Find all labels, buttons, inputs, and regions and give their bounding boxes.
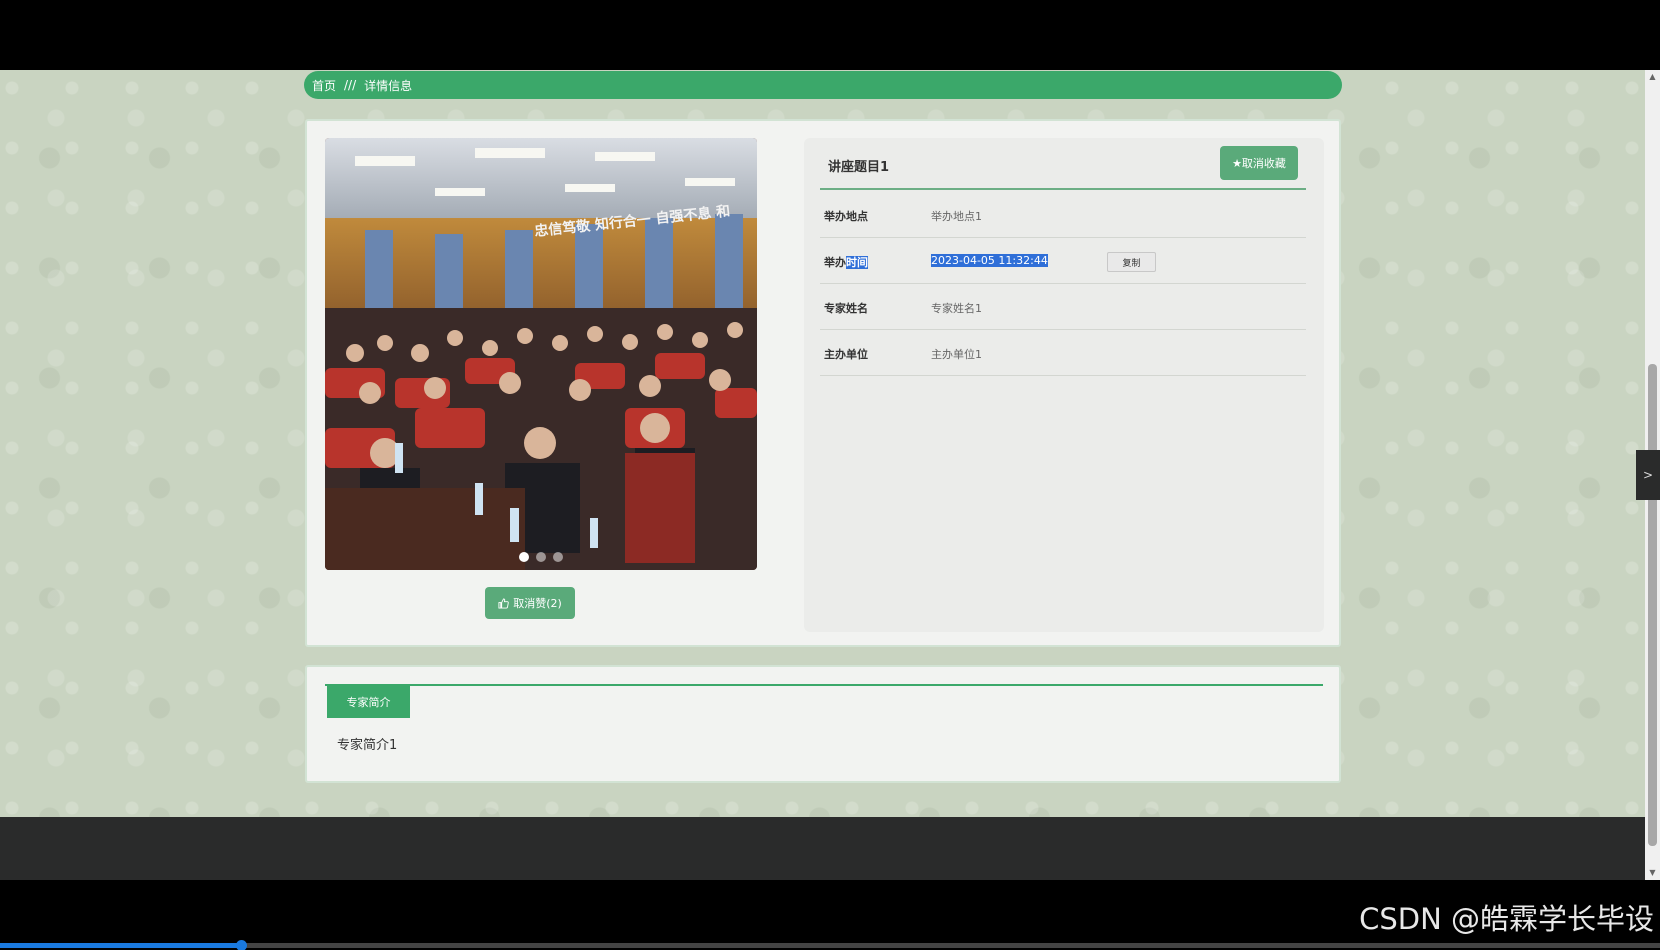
breadcrumb: 首页 /// 详情信息	[304, 71, 1342, 99]
time-label-selected: 时间	[846, 256, 868, 269]
expert-name-value: 专家姓名1	[931, 302, 982, 315]
video-progress-knob[interactable]	[235, 940, 247, 950]
time-value: 2023-04-05 11:32:44	[931, 254, 1048, 267]
carousel-dot[interactable]	[536, 552, 546, 562]
expert-name-label: 专家姓名	[824, 302, 868, 315]
info-row-expert: 专家姓名 专家姓名1	[820, 284, 1306, 330]
organizer-label: 主办单位	[824, 348, 868, 361]
image-carousel[interactable]: 忠信笃敬 知行合一 自强不息 和	[325, 138, 757, 570]
lecture-title: 讲座题目1	[828, 160, 890, 175]
video-top-letterbox	[0, 0, 1660, 70]
watermark: CSDN @皓霖学长毕设	[1359, 902, 1654, 936]
chevron-right-icon: >	[1642, 468, 1654, 482]
browser-viewport: 首页 /// 详情信息 忠信笃敬 知行合一 自强不息 和 取消赞(2) 讲座题目…	[0, 70, 1660, 880]
venue-label: 举办地点	[824, 210, 868, 223]
lecture-hall-photo: 忠信笃敬 知行合一 自强不息 和	[325, 138, 757, 570]
time-label: 举办时间	[824, 254, 868, 270]
lecture-detail-card: 忠信笃敬 知行合一 自强不息 和 取消赞(2) 讲座题目1 ★取消收藏 举办地点…	[305, 119, 1341, 647]
carousel-dot[interactable]	[519, 552, 529, 562]
time-label-prefix: 举办	[824, 256, 846, 269]
expert-bio-card: 专家简介 专家简介1	[305, 665, 1341, 783]
video-bottom-bar: CSDN @皓霖学长毕设	[0, 880, 1660, 950]
carousel-dot[interactable]	[553, 552, 563, 562]
unlike-button[interactable]: 取消赞(2)	[485, 587, 575, 619]
breadcrumb-current: 详情信息	[364, 78, 413, 93]
triangle-down-icon[interactable]: ▼	[1645, 866, 1660, 880]
carousel-indicators	[325, 552, 757, 562]
side-panel-toggle[interactable]: >	[1636, 450, 1660, 500]
triangle-up-icon[interactable]: ▲	[1645, 70, 1660, 84]
thumbs-up-icon	[498, 597, 509, 609]
info-row-venue: 举办地点 举办地点1	[820, 192, 1306, 238]
tab-underline	[325, 684, 1323, 686]
copy-button[interactable]: 复制	[1107, 252, 1156, 272]
lecture-info-panel: 讲座题目1 ★取消收藏 举办地点 举办地点1 举办时间 2023-04-05 1…	[804, 138, 1324, 632]
organizer-value: 主办单位1	[931, 348, 982, 361]
lecture-title-row: 讲座题目1 ★取消收藏	[820, 146, 1306, 190]
tab-expert-bio[interactable]: 专家简介	[327, 686, 410, 718]
screen: 首页 /// 详情信息 忠信笃敬 知行合一 自强不息 和 取消赞(2) 讲座题目…	[0, 0, 1660, 950]
video-progress-track[interactable]	[0, 940, 1660, 950]
info-row-organizer: 主办单位 主办单位1	[820, 330, 1306, 376]
breadcrumb-separator: ///	[344, 78, 357, 92]
breadcrumb-home-link[interactable]: 首页	[312, 77, 336, 94]
unlike-button-label: 取消赞(2)	[513, 597, 562, 610]
venue-value: 举办地点1	[931, 210, 982, 223]
page-footer	[0, 817, 1645, 880]
unfavorite-button[interactable]: ★取消收藏	[1220, 146, 1298, 180]
scrollbar-thumb[interactable]	[1648, 364, 1657, 846]
info-row-time: 举办时间 2023-04-05 11:32:44 复制	[820, 238, 1306, 284]
video-progress-fill	[0, 943, 241, 948]
expert-bio-text: 专家简介1	[337, 738, 398, 753]
page-content: 首页 /// 详情信息 忠信笃敬 知行合一 自强不息 和 取消赞(2) 讲座题目…	[0, 70, 1645, 880]
